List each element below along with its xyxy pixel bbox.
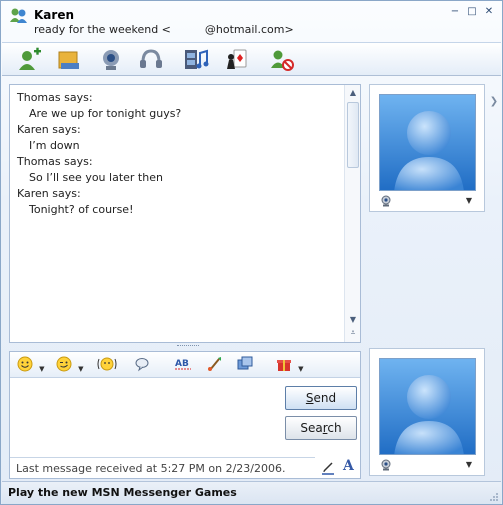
avatar bbox=[379, 94, 476, 191]
block-contact-button[interactable] bbox=[268, 47, 296, 73]
vertical-scrollbar[interactable]: ▲ ▼ ⩡ bbox=[344, 85, 360, 342]
speech-bubble-icon bbox=[134, 358, 150, 376]
chevron-down-icon: ▼ bbox=[39, 364, 45, 373]
gift-icon bbox=[276, 360, 296, 376]
windows-button[interactable] bbox=[237, 356, 253, 374]
send-button[interactable]: Send bbox=[285, 386, 357, 410]
send-files-button[interactable] bbox=[55, 47, 83, 73]
search-label: Sea bbox=[300, 421, 323, 435]
paintbrush-icon bbox=[207, 357, 223, 376]
splitter-grip[interactable] bbox=[177, 345, 199, 348]
voice-call-button[interactable] bbox=[137, 47, 165, 73]
gift-button[interactable]: ▼ bbox=[276, 356, 304, 374]
msn-conversation-window: Karen ready for the weekend < @hotmail.co… bbox=[0, 0, 503, 505]
chevron-down-icon[interactable]: ▼ bbox=[466, 460, 472, 469]
emoticon-button[interactable]: ▼ bbox=[17, 356, 45, 374]
smiley-icon bbox=[17, 356, 37, 376]
handwriting-icon[interactable] bbox=[319, 459, 337, 477]
message-input[interactable] bbox=[10, 379, 280, 456]
scroll-down-icon[interactable]: ▼ bbox=[348, 315, 358, 325]
scroll-end-icon[interactable]: ⩡ bbox=[348, 328, 358, 338]
wink-button[interactable]: ▼ bbox=[56, 356, 84, 374]
message-list: Thomas says: Are we up for tonight guys?… bbox=[17, 90, 181, 218]
send-label-mnemonic: S bbox=[305, 391, 314, 405]
send-label: end bbox=[313, 391, 337, 405]
nudge-button[interactable] bbox=[96, 356, 118, 374]
scroll-thumb[interactable] bbox=[347, 102, 359, 168]
chevron-down-icon: ▼ bbox=[78, 364, 84, 373]
conversation-history[interactable]: Thomas says: Are we up for tonight guys?… bbox=[9, 84, 361, 343]
games-promo-link[interactable]: Play the new MSN Messenger Games bbox=[8, 486, 237, 499]
chevron-down-icon[interactable]: ▼ bbox=[466, 196, 472, 205]
nudge-icon bbox=[96, 357, 118, 376]
contact-email: @hotmail.com> bbox=[204, 23, 294, 36]
message-sender: Karen says: bbox=[17, 123, 81, 136]
resize-grip-icon[interactable] bbox=[489, 492, 499, 502]
window-controls: − □ ✕ bbox=[448, 6, 496, 19]
compose-area: ▼ ▼ AB ▼ Send Search Last message receiv… bbox=[9, 351, 361, 479]
headset-icon bbox=[140, 49, 162, 68]
maximize-button[interactable]: □ bbox=[465, 6, 479, 19]
status-message: ready for the weekend < bbox=[34, 23, 171, 36]
expand-panel-button[interactable]: ❯ bbox=[488, 89, 500, 115]
activities-button[interactable] bbox=[182, 47, 210, 73]
avatar bbox=[379, 358, 476, 455]
my-display-picture[interactable]: ▼ bbox=[369, 348, 485, 476]
contact-display-picture[interactable]: ▼ bbox=[369, 84, 485, 212]
webcam-icon[interactable] bbox=[379, 459, 393, 471]
last-message-status: Last message received at 5:27 PM on 2/23… bbox=[10, 457, 315, 478]
message-text: Are we up for tonight guys? bbox=[29, 107, 182, 120]
contact-name: Karen bbox=[34, 8, 74, 22]
search-button[interactable]: Search bbox=[285, 416, 357, 440]
folder-icon bbox=[58, 51, 79, 69]
toolbar bbox=[2, 42, 501, 76]
close-button[interactable]: ✕ bbox=[482, 6, 496, 19]
add-contact-icon bbox=[19, 47, 41, 70]
webcam-icon[interactable] bbox=[379, 195, 393, 207]
contact-status: ready for the weekend < @hotmail.com> bbox=[34, 23, 294, 36]
chevron-down-icon: ▼ bbox=[298, 364, 304, 373]
spell-check-icon: AB bbox=[174, 359, 192, 376]
video-call-button[interactable] bbox=[97, 47, 125, 73]
games-icon bbox=[227, 49, 247, 69]
search-label-end: ch bbox=[327, 421, 342, 435]
message-sender: Thomas says: bbox=[17, 91, 93, 104]
message-sender: Thomas says: bbox=[17, 155, 93, 168]
scroll-up-icon[interactable]: ▲ bbox=[348, 88, 358, 98]
spell-check-button[interactable]: AB bbox=[174, 356, 192, 374]
footer-bar: Play the new MSN Messenger Games bbox=[2, 481, 501, 504]
games-button[interactable] bbox=[222, 47, 250, 73]
message-text: So I’ll see you later then bbox=[29, 171, 163, 184]
voice-clip-button[interactable] bbox=[134, 356, 150, 374]
webcam-icon bbox=[103, 50, 119, 70]
message-text: I’m down bbox=[29, 139, 80, 152]
font-button[interactable]: A bbox=[343, 458, 354, 474]
message-sender: Karen says: bbox=[17, 187, 81, 200]
block-icon bbox=[271, 50, 294, 71]
formatting-toolbar: ▼ ▼ AB ▼ bbox=[10, 352, 360, 378]
contacts-icon bbox=[10, 8, 27, 23]
svg-text:AB: AB bbox=[175, 359, 189, 369]
minimize-button[interactable]: − bbox=[448, 6, 462, 19]
film-music-icon bbox=[185, 49, 209, 69]
invite-contact-button[interactable] bbox=[15, 47, 43, 73]
background-button[interactable] bbox=[207, 356, 223, 374]
windows-icon bbox=[237, 356, 253, 376]
wink-icon bbox=[56, 356, 76, 376]
message-text: Tonight? of course! bbox=[29, 203, 134, 216]
